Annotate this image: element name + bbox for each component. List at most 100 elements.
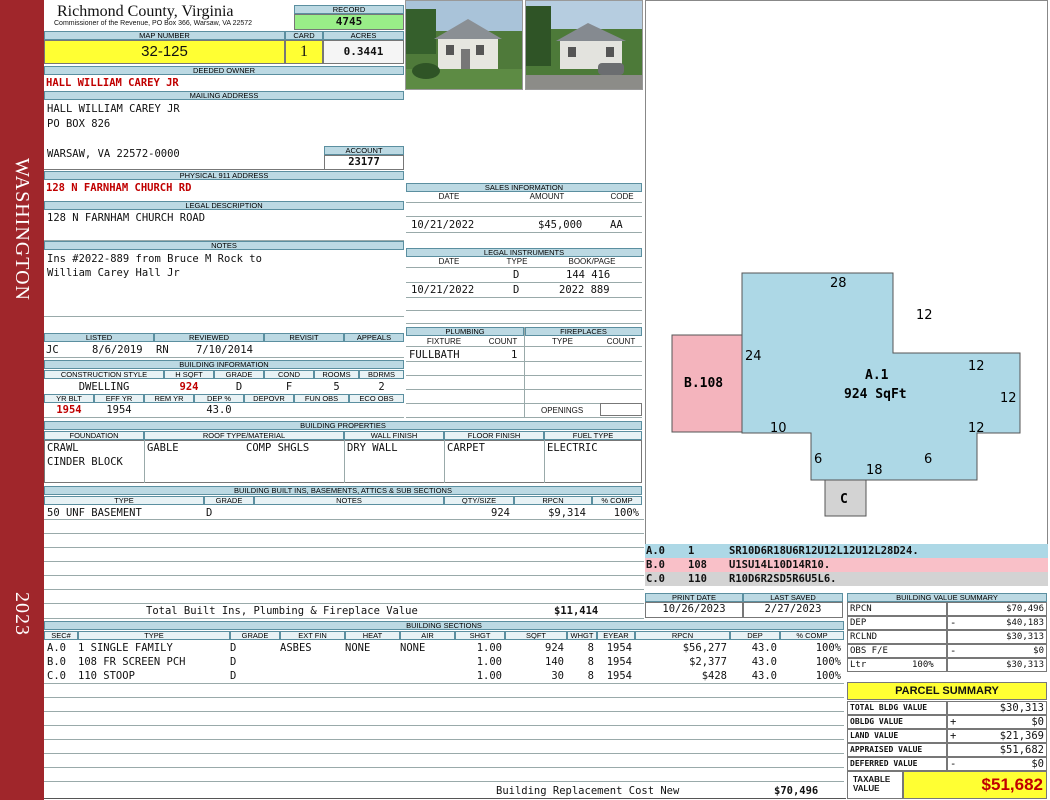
foundation-1: CRAWL <box>47 442 79 454</box>
bi-h-depovr: DEPOVR <box>244 394 294 403</box>
bvs-value-1: $40,183 <box>947 616 1047 630</box>
sec-row-2-col-0: C.0 <box>47 670 66 682</box>
sales-header-date: DATE <box>438 192 460 201</box>
sec-row-1-col-1: 108 FR SCREEN PCH <box>78 656 186 668</box>
appeals-label: APPEALS <box>344 333 404 342</box>
bi-style: DWELLING <box>78 381 130 393</box>
property-photo-side <box>525 0 643 90</box>
sec-row-0-col-4: NONE <box>345 642 371 654</box>
sec-header-12: % COMP <box>780 631 844 640</box>
plumbing-h-fixture: FIXTURE <box>426 337 462 346</box>
parcel-label-1: OBLDG VALUE <box>847 715 947 729</box>
bvs-value-0: $70,496 <box>947 602 1047 616</box>
sketch-c-label: C <box>840 492 848 507</box>
deeded-owner: HALL WILLIAM CAREY JR <box>46 77 179 89</box>
building-sketch: B.108 A.1 924 SqFt C 28 12 24 12 12 12 1… <box>671 272 1021 517</box>
legend-a-sec: A.0 <box>646 545 665 557</box>
sec-row-0-col-5: NONE <box>400 642 426 654</box>
sec-header-3: EXT FIN <box>280 631 345 640</box>
dim-12c: 12 <box>1000 391 1017 406</box>
dim-28: 28 <box>830 276 847 291</box>
listed-date: 8/6/2019 <box>92 344 143 356</box>
legal-description-label: LEGAL DESCRIPTION <box>44 201 404 210</box>
building-info-title: BUILDING INFORMATION <box>44 360 404 369</box>
record-number: 4745 <box>294 14 404 30</box>
physical-address-label: PHYSICAL 911 ADDRESS <box>44 171 404 180</box>
sec-row-2-col-9: 1954 <box>606 670 632 682</box>
account-label: ACCOUNT <box>324 146 404 155</box>
sec-row-1-col-12: 100% <box>815 656 841 668</box>
taxable-value: $51,682 <box>903 771 1047 799</box>
li-row2-date: 10/21/2022 <box>411 284 475 296</box>
bvs-label-0: RPCN <box>847 602 947 616</box>
acres-value: 0.3441 <box>323 40 404 64</box>
legend-a-code: 1 <box>688 545 695 557</box>
replacement-cost: $70,496 <box>774 785 819 797</box>
sec-row-0-col-10: $56,277 <box>682 642 727 654</box>
dim-12d: 12 <box>968 421 985 436</box>
acres-label: ACRES <box>323 31 404 40</box>
physical-address: 128 N FARNHAM CHURCH RD <box>46 182 192 194</box>
card-label: CARD <box>285 31 323 40</box>
bi-h-bdrms: BDRMS <box>359 370 404 379</box>
sec-header-8: WHGT <box>567 631 597 640</box>
builtins-total-label: Total Built Ins, Plumbing & Fireplace Va… <box>146 605 418 617</box>
bu-h-type: TYPE <box>44 496 204 505</box>
parcel-label-4: DEFERRED VALUE <box>847 757 947 771</box>
bi-h-ecoobs: ECO OBS <box>349 394 404 403</box>
dim-6a: 6 <box>814 452 822 467</box>
sec-row-1-col-8: 8 <box>587 656 594 668</box>
fp-openings-label: OPENINGS <box>541 406 584 415</box>
plumbing-h-count: COUNT <box>488 337 518 346</box>
foundation-2: CINDER BLOCK <box>47 456 123 468</box>
sale-amount: $45,000 <box>538 219 583 231</box>
sec-row-0-col-9: 1954 <box>606 642 632 654</box>
bvs-title: BUILDING VALUE SUMMARY <box>847 593 1047 602</box>
parcel-value-4: $0 <box>947 757 1047 771</box>
bvs-label-1: DEP <box>847 616 947 630</box>
bi-cond: F <box>285 381 293 393</box>
sec-row-2-col-10: $428 <box>701 670 727 682</box>
prop-h-fuel: FUEL TYPE <box>544 431 642 440</box>
bu-h-grade: GRADE <box>204 496 254 505</box>
sec-row-2-col-1: 110 STOOP <box>78 670 135 682</box>
map-number: 32-125 <box>44 40 285 64</box>
sec-header-4: HEAT <box>345 631 400 640</box>
sec-row-0-col-6: 1.00 <box>476 642 502 654</box>
fp-h-count: COUNT <box>606 337 636 346</box>
last-saved-label: LAST SAVED <box>743 593 843 602</box>
bu-h-qty: QTY/SIZE <box>444 496 514 505</box>
sec-row-0-col-8: 8 <box>587 642 594 654</box>
parcel-sign-2: + <box>950 730 957 742</box>
bi-effyr: 1954 <box>106 404 132 416</box>
builtins-title: BUILDING BUILT INS, BASEMENTS, ATTICS & … <box>44 486 642 495</box>
notes-line-2: William Carey Hall Jr <box>47 267 180 279</box>
bi-yrblt: 1954 <box>56 404 82 416</box>
sec-row-2-col-8: 8 <box>587 670 594 682</box>
sale-code: AA <box>610 219 623 231</box>
sec-row-2-col-7: 30 <box>551 670 564 682</box>
floor-finish: CARPET <box>447 442 485 454</box>
builtins-total: $11,414 <box>554 605 599 617</box>
fp-openings-value <box>600 403 642 416</box>
dim-12b: 12 <box>968 359 985 374</box>
sec-row-0-col-11: 43.0 <box>751 642 777 654</box>
sketch-b-label: B.108 <box>684 376 723 391</box>
sale-date: 10/21/2022 <box>411 219 475 231</box>
li-row2-type: D <box>513 284 520 296</box>
bi-h-yrblt: YR BLT <box>44 394 94 403</box>
bi-h-cond: COND <box>264 370 314 379</box>
sec-row-1-col-7: 140 <box>545 656 564 668</box>
sec-header-11: DEP <box>730 631 780 640</box>
property-photo-front <box>405 0 523 90</box>
legend-c-code: 110 <box>688 573 707 585</box>
sec-row-0-col-7: 924 <box>545 642 564 654</box>
sec-header-0: SEC# <box>44 631 78 640</box>
bu-rpcn: $9,314 <box>548 507 586 519</box>
parcel-sign-4: - <box>950 758 957 770</box>
legend-b-sec: B.0 <box>646 559 665 571</box>
sec-row-2-col-12: 100% <box>815 670 841 682</box>
parcel-value-2: $21,369 <box>947 729 1047 743</box>
bi-h-grade: GRADE <box>214 370 264 379</box>
parcel-value-3: $51,682 <box>947 743 1047 757</box>
